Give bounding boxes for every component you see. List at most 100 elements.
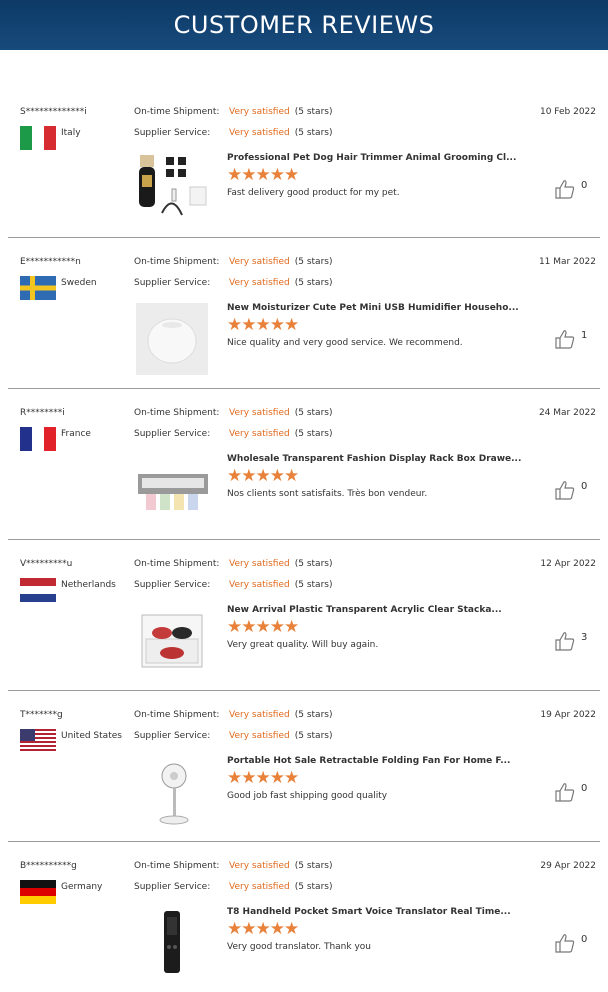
product-title[interactable]: New Moisturizer Cute Pet Mini USB Humidi… bbox=[227, 303, 519, 313]
shipment-value: Very satisfied bbox=[229, 107, 290, 117]
review-date: 19 Apr 2022 bbox=[540, 710, 596, 720]
shipment-value: Very satisfied bbox=[229, 710, 290, 720]
thumbs-up-icon[interactable] bbox=[554, 932, 576, 954]
service-label: Supplier Service: bbox=[134, 278, 211, 288]
like-count: 0 bbox=[581, 180, 588, 191]
service-rating: Supplier Service: Very satisfied (5 stars) bbox=[134, 429, 332, 439]
service-value: Very satisfied bbox=[229, 128, 290, 138]
shipment-stars: (5 stars) bbox=[294, 408, 333, 418]
hair-trimmer-image[interactable] bbox=[132, 153, 212, 225]
service-value: Very satisfied bbox=[229, 731, 290, 741]
product-title[interactable]: T8 Handheld Pocket Smart Voice Translato… bbox=[227, 907, 511, 917]
france-flag-icon bbox=[20, 427, 56, 451]
like-count: 1 bbox=[581, 330, 588, 341]
shipment-rating: On-time Shipment: Very satisfied (5 stars) bbox=[134, 107, 332, 117]
service-stars: (5 stars) bbox=[294, 580, 333, 590]
reviewer-name: S*************i bbox=[20, 107, 87, 117]
display-rack-image[interactable] bbox=[132, 454, 212, 526]
product-title[interactable]: Wholesale Transparent Fashion Display Ra… bbox=[227, 454, 521, 464]
shipment-value: Very satisfied bbox=[229, 559, 290, 569]
review-date: 12 Apr 2022 bbox=[540, 559, 596, 569]
star-rating: ★★★★★ bbox=[227, 165, 299, 185]
acrylic-box-image[interactable] bbox=[132, 605, 212, 677]
shipment-label: On-time Shipment: bbox=[134, 107, 220, 117]
review-comment: Nos clients sont satisfaits. Très bon ve… bbox=[227, 489, 428, 499]
star-rating: ★★★★★ bbox=[227, 919, 299, 939]
product-title[interactable]: Professional Pet Dog Hair Trimmer Animal… bbox=[227, 153, 516, 163]
shipment-rating: On-time Shipment: Very satisfied (5 stars) bbox=[134, 861, 332, 871]
reviewer-country: Sweden bbox=[61, 278, 97, 288]
like-count: 0 bbox=[581, 481, 588, 492]
service-label: Supplier Service: bbox=[134, 429, 211, 439]
service-label: Supplier Service: bbox=[134, 882, 211, 892]
shipment-label: On-time Shipment: bbox=[134, 408, 220, 418]
shipment-stars: (5 stars) bbox=[294, 710, 333, 720]
shipment-label: On-time Shipment: bbox=[134, 257, 220, 267]
review-item: R********i France On-time Shipment: Very … bbox=[8, 389, 600, 540]
shipment-rating: On-time Shipment: Very satisfied (5 stars) bbox=[134, 559, 332, 569]
reviews-list: S*************i Italy On-time Shipment: V… bbox=[0, 88, 608, 992]
service-stars: (5 stars) bbox=[294, 731, 333, 741]
reviewer-country: Italy bbox=[61, 128, 81, 138]
reviewer-name: B**********g bbox=[20, 861, 77, 871]
service-rating: Supplier Service: Very satisfied (5 stars) bbox=[134, 731, 332, 741]
review-comment: Fast delivery good product for my pet. bbox=[227, 188, 400, 198]
shipment-rating: On-time Shipment: Very satisfied (5 stars) bbox=[134, 257, 332, 267]
like-count: 0 bbox=[581, 934, 588, 945]
review-comment: Very good translator. Thank you bbox=[227, 942, 371, 952]
italy-flag-icon bbox=[20, 126, 56, 150]
shipment-label: On-time Shipment: bbox=[134, 559, 220, 569]
shipment-stars: (5 stars) bbox=[294, 257, 333, 267]
thumbs-up-icon[interactable] bbox=[554, 479, 576, 501]
review-item: T*******g United States On-time Shipment… bbox=[8, 691, 600, 842]
thumbs-up-icon[interactable] bbox=[554, 178, 576, 200]
folding-fan-image[interactable] bbox=[132, 756, 212, 828]
product-title[interactable]: New Arrival Plastic Transparent Acrylic … bbox=[227, 605, 502, 615]
star-rating: ★★★★★ bbox=[227, 315, 299, 335]
service-value: Very satisfied bbox=[229, 882, 290, 892]
service-label: Supplier Service: bbox=[134, 580, 211, 590]
review-date: 24 Mar 2022 bbox=[538, 408, 596, 418]
review-date: 11 Mar 2022 bbox=[538, 257, 596, 267]
netherlands-flag-icon bbox=[20, 578, 56, 602]
service-label: Supplier Service: bbox=[134, 128, 211, 138]
product-title[interactable]: Portable Hot Sale Retractable Folding Fa… bbox=[227, 756, 510, 766]
translator-image[interactable] bbox=[132, 907, 212, 979]
thumbs-up-icon[interactable] bbox=[554, 328, 576, 350]
service-rating: Supplier Service: Very satisfied (5 stars) bbox=[134, 882, 332, 892]
thumbs-up-icon[interactable] bbox=[554, 630, 576, 652]
reviewer-country: Netherlands bbox=[61, 580, 116, 590]
service-value: Very satisfied bbox=[229, 278, 290, 288]
reviewer-name: R********i bbox=[20, 408, 65, 418]
page-header: CUSTOMER REVIEWS bbox=[0, 0, 608, 50]
review-date: 10 Feb 2022 bbox=[539, 107, 596, 117]
shipment-stars: (5 stars) bbox=[294, 861, 333, 871]
service-stars: (5 stars) bbox=[294, 278, 333, 288]
shipment-value: Very satisfied bbox=[229, 408, 290, 418]
shipment-label: On-time Shipment: bbox=[134, 861, 220, 871]
reviewer-country: United States bbox=[61, 731, 122, 741]
review-item: S*************i Italy On-time Shipment: V… bbox=[8, 88, 600, 238]
germany-flag-icon bbox=[20, 880, 56, 904]
reviewer-country: Germany bbox=[61, 882, 103, 892]
review-item: E***********n Sweden On-time Shipment: Ve… bbox=[8, 238, 600, 389]
service-stars: (5 stars) bbox=[294, 882, 333, 892]
humidifier-image[interactable] bbox=[132, 303, 212, 375]
shipment-value: Very satisfied bbox=[229, 861, 290, 871]
shipment-value: Very satisfied bbox=[229, 257, 290, 267]
service-stars: (5 stars) bbox=[294, 128, 333, 138]
review-comment: Good job fast shipping good quality bbox=[227, 791, 388, 801]
service-value: Very satisfied bbox=[229, 580, 290, 590]
shipment-label: On-time Shipment: bbox=[134, 710, 220, 720]
review-comment: Very great quality. Will buy again. bbox=[227, 640, 379, 650]
shipment-rating: On-time Shipment: Very satisfied (5 stars) bbox=[134, 710, 332, 720]
like-count: 3 bbox=[581, 632, 588, 643]
reviewer-country: France bbox=[61, 429, 91, 439]
thumbs-up-icon[interactable] bbox=[554, 781, 576, 803]
shipment-stars: (5 stars) bbox=[294, 107, 333, 117]
review-comment: Nice quality and very good service. We r… bbox=[227, 338, 463, 348]
star-rating: ★★★★★ bbox=[227, 768, 299, 788]
shipment-stars: (5 stars) bbox=[294, 559, 333, 569]
service-label: Supplier Service: bbox=[134, 731, 211, 741]
review-date: 29 Apr 2022 bbox=[540, 861, 596, 871]
